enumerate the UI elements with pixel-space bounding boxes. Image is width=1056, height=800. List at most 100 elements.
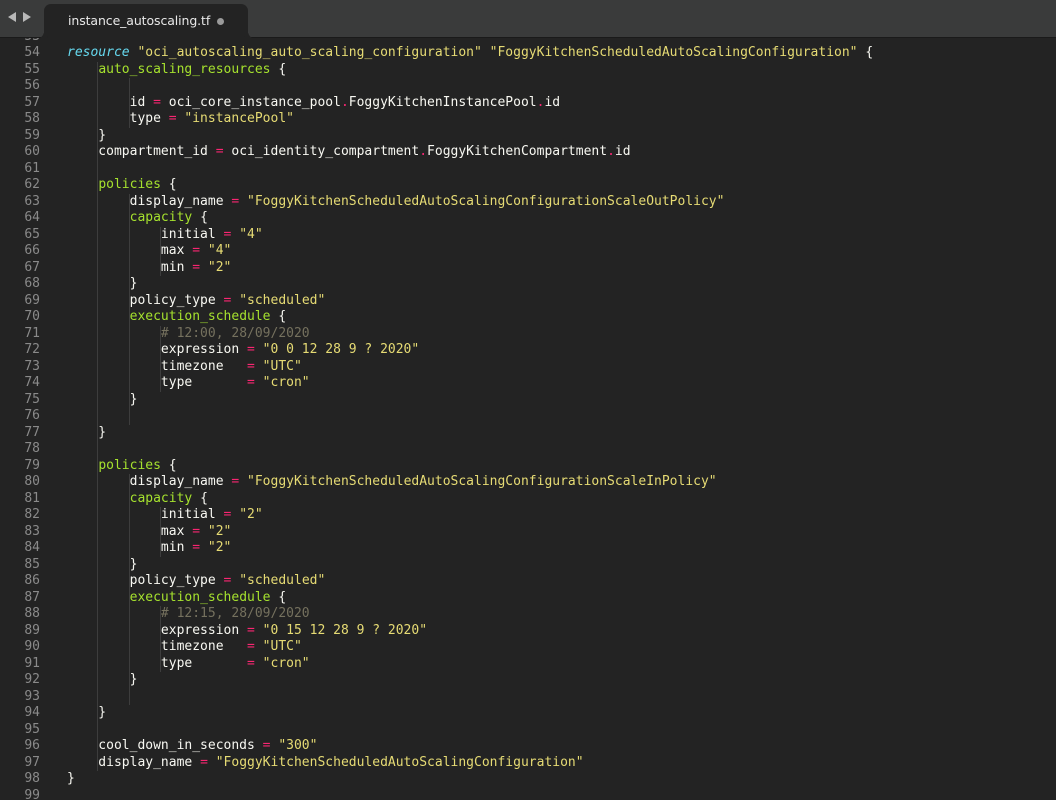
code-line[interactable] [67,788,873,800]
chevron-right-icon[interactable] [23,12,31,22]
code-line[interactable] [67,688,873,706]
code-line[interactable]: policies { [67,457,873,475]
code-line[interactable]: } [67,276,873,293]
operator-token: . [340,94,349,110]
unsaved-dot-icon[interactable] [217,18,224,25]
code-line[interactable]: initial = "2" [67,507,873,524]
indent-guide [97,622,99,640]
code-line[interactable]: timezone = "UTC" [67,639,873,656]
code-line[interactable]: auto_scaling_resources { [67,61,873,79]
identifier-token [67,606,161,621]
line-number: 68 [24,276,40,292]
indent-guide [97,127,99,145]
code-line[interactable]: min = "2" [67,540,873,557]
string-token: "cron" [262,375,310,391]
code-line[interactable]: # 12:15, 28/09/2020 [67,606,873,623]
code-line[interactable]: policy_type = "scheduled" [67,573,873,590]
code-line[interactable]: max = "2" [67,523,873,541]
code-line[interactable]: } [67,391,873,409]
line-number: 80 [24,474,40,490]
code-line[interactable] [67,38,873,45]
code-line[interactable]: type = "instancePool" [67,111,873,128]
code-editor[interactable]: 5354555657585960616263646566676869707172… [0,38,1056,800]
code-line[interactable]: capacity { [67,210,873,227]
code-line[interactable]: display_name = "FoggyKitchenScheduledAut… [67,474,873,491]
indent-guide [97,754,99,772]
identifier-token: oci_core_instance_pool [160,94,341,110]
identifier-token: type [67,375,248,391]
code-line[interactable]: } [67,672,873,689]
code-line[interactable]: type = "cron" [67,655,873,673]
code-line[interactable]: resource "oci_autoscaling_auto_scaling_c… [67,45,873,62]
identifier-token [255,639,263,654]
code-line[interactable] [67,408,873,425]
identifier-token [255,375,263,390]
code-line[interactable]: } [67,127,873,145]
code-line[interactable]: policies { [67,177,873,194]
string-token: "2" [207,259,232,275]
code-line[interactable]: id = oci_core_instance_pool.FoggyKitchen… [67,94,873,112]
code-line[interactable]: capacity { [67,490,873,508]
punctuation-token: } [67,556,138,572]
punctuation-token: } [67,276,138,292]
line-number: 81 [24,490,40,506]
punctuation-token: } [67,424,107,440]
code-line[interactable]: display_name = "FoggyKitchenScheduledAut… [67,754,873,772]
code-line[interactable]: compartment_id = oci_identity_compartmen… [67,144,873,161]
chevron-left-icon[interactable] [8,12,16,22]
line-number: 82 [24,507,40,523]
identifier-token [255,342,263,357]
code-line[interactable]: cool_down_in_seconds = "300" [67,738,873,755]
code-line[interactable]: expression = "0 0 12 28 9 ? 2020" [67,342,873,359]
string-token: "2" [239,507,263,523]
code-line[interactable]: initial = "4" [67,226,873,244]
code-line[interactable]: execution_schedule { [67,589,873,607]
indent-guide [97,540,99,557]
string-token: "300" [278,738,318,754]
indent-guide [128,589,130,607]
block-name-token: capacity [129,490,193,506]
operator-token: = [192,259,201,275]
identifier-token [239,474,247,489]
indent-guide [97,408,99,425]
string-token: "UTC" [262,358,302,374]
code-line[interactable] [67,160,873,178]
operator-token: = [192,540,201,556]
punctuation-token: } [67,771,75,787]
code-line[interactable]: max = "4" [67,243,873,260]
code-line[interactable]: } [67,424,873,442]
string-token: "FoggyKitchenScheduledAutoScalingConfigu… [247,474,717,490]
code-line[interactable]: # 12:00, 28/09/2020 [67,325,873,343]
indent-guide [97,457,99,475]
code-line[interactable] [67,441,873,458]
file-tab-title: instance_autoscaling.tf [68,13,211,28]
operator-token: . [419,144,428,160]
file-tab[interactable]: instance_autoscaling.tf [44,4,248,39]
code-line[interactable]: } [67,705,873,722]
code-line[interactable]: } [67,771,873,788]
line-number: 87 [24,589,40,605]
string-token: "FoggyKitchenScheduledAutoScalingConfigu… [489,45,858,61]
indent-guide [128,342,130,359]
operator-token: = [192,243,201,259]
code-line[interactable]: min = "2" [67,259,873,277]
code-line[interactable]: execution_schedule { [67,309,873,326]
code-area[interactable]: resource "oci_autoscaling_auto_scaling_c… [67,38,873,800]
code-line[interactable] [67,721,873,739]
identifier-token: policy_type [67,573,224,589]
code-line[interactable]: timezone = "UTC" [67,358,873,376]
code-line[interactable] [67,78,873,95]
indent-guide [128,474,130,491]
indent-guide [97,375,99,392]
string-token: "instancePool" [184,111,294,127]
code-line[interactable]: type = "cron" [67,375,873,392]
code-line[interactable]: expression = "0 15 12 28 9 ? 2020" [67,622,873,640]
indent-guide [128,309,130,326]
line-number: 91 [24,655,40,671]
code-line[interactable]: display_name = "FoggyKitchenScheduledAut… [67,193,873,211]
code-line[interactable]: } [67,556,873,574]
indent-guide [97,177,99,194]
identifier-token [67,590,130,605]
code-line[interactable]: policy_type = "scheduled" [67,292,873,310]
line-number: 55 [24,61,40,77]
